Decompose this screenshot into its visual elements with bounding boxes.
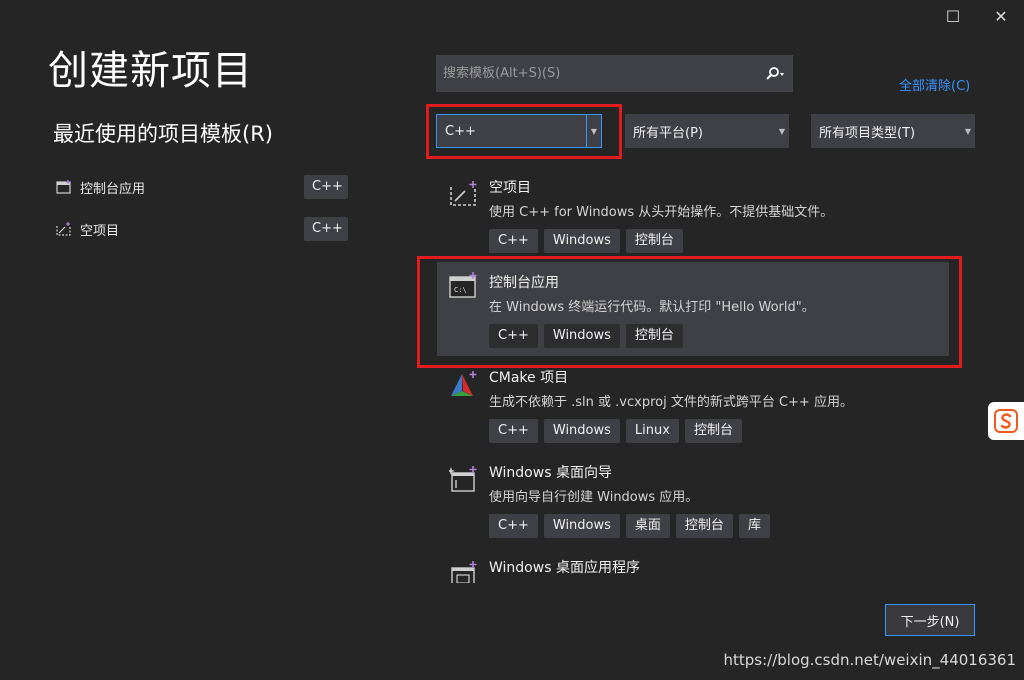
template-tag: 控制台 [675,514,733,538]
close-icon: ✕ [994,6,1008,26]
template-tag: C++ [489,514,538,538]
template-description: 生成不依赖于 .sln 或 .vcxproj 文件的新式跨平台 C++ 应用。 [489,395,853,410]
chevron-down-icon: ▼ [964,126,972,136]
template-tags: C++ Windows Linux 控制台 [489,419,742,443]
close-button[interactable]: ✕ [984,1,1018,31]
template-description: 使用向导自行创建 Windows 应用。 [489,490,699,505]
template-item-desktop-wizard[interactable]: Windows 桌面向导 使用向导自行创建 Windows 应用。 C++ Wi… [437,462,949,542]
project-type-filter-dropdown[interactable]: 所有项目类型(T) ▼ [811,114,975,148]
next-button[interactable]: 下一步(N) [885,604,975,636]
platform-filter-value: 所有平台(P) [633,125,703,141]
recent-templates-heading: 最近使用的项目模板(R) [53,122,273,146]
template-tag: 库 [738,514,770,538]
template-item-desktop-app[interactable]: Windows 桌面应用程序 [437,557,949,583]
chevron-down-icon: ▼ [778,126,786,136]
desktop-app-icon [451,561,477,583]
language-filter-value: C++ [445,123,476,139]
template-name: Windows 桌面向导 [489,465,612,481]
recent-item-console-app[interactable]: 控制台应用 C++ [56,175,348,199]
template-tag: 控制台 [625,229,683,253]
language-tag: C++ [304,217,348,241]
empty-project-icon [450,181,477,206]
template-tags: C++ Windows 控制台 [489,229,683,253]
template-tag: C++ [489,419,538,443]
template-tag: 控制台 [684,419,742,443]
maximize-icon: ☐ [945,6,961,26]
search-input[interactable] [437,65,764,82]
template-description: 使用 C++ for Windows 从头开始操作。不提供基础文件。 [489,205,834,220]
desktop-wizard-icon [449,466,477,492]
language-filter-dropdown[interactable]: C++ ▼ [436,114,602,148]
page-title: 创建新项目 [48,48,253,94]
template-tag: C++ [489,229,538,253]
platform-filter-dropdown[interactable]: 所有平台(P) ▼ [625,114,789,148]
empty-project-icon [56,222,71,236]
recent-item-label: 控制台应用 [80,181,146,197]
template-tags: C++ Windows 桌面 控制台 库 [489,514,770,538]
search-icon[interactable] [764,66,786,82]
template-item-cmake-project[interactable]: CMake 项目 生成不依赖于 .sln 或 .vcxproj 文件的新式跨平台… [437,367,949,447]
template-tag: Windows [543,419,620,443]
template-item-empty-project[interactable]: 空项目 使用 C++ for Windows 从头开始操作。不提供基础文件。 C… [437,177,949,257]
clear-all-link[interactable]: 全部清除(C) [899,75,970,94]
template-tag: 桌面 [625,514,670,538]
template-name: CMake 项目 [489,370,569,386]
ime-toolbar-button[interactable] [988,402,1024,440]
console-app-icon [56,180,71,194]
template-tag: Linux [625,419,679,443]
selected-template-highlight [417,256,962,368]
chevron-down-icon: ▼ [586,115,601,147]
project-type-filter-value: 所有项目类型(T) [819,125,916,141]
template-tag: Windows [543,229,620,253]
watermark-url: https://blog.csdn.net/weixin_44016361 [723,651,1016,669]
template-search-box [436,55,793,92]
recent-item-empty-project[interactable]: 空项目 C++ [56,217,348,241]
sogou-ime-icon [994,409,1018,433]
language-tag: C++ [304,175,348,199]
cmake-icon [451,371,477,396]
template-name: 空项目 [489,180,531,196]
maximize-button[interactable]: ☐ [936,1,970,31]
template-tag: Windows [543,514,620,538]
recent-item-label: 空项目 [80,223,120,239]
template-name: Windows 桌面应用程序 [489,560,640,576]
